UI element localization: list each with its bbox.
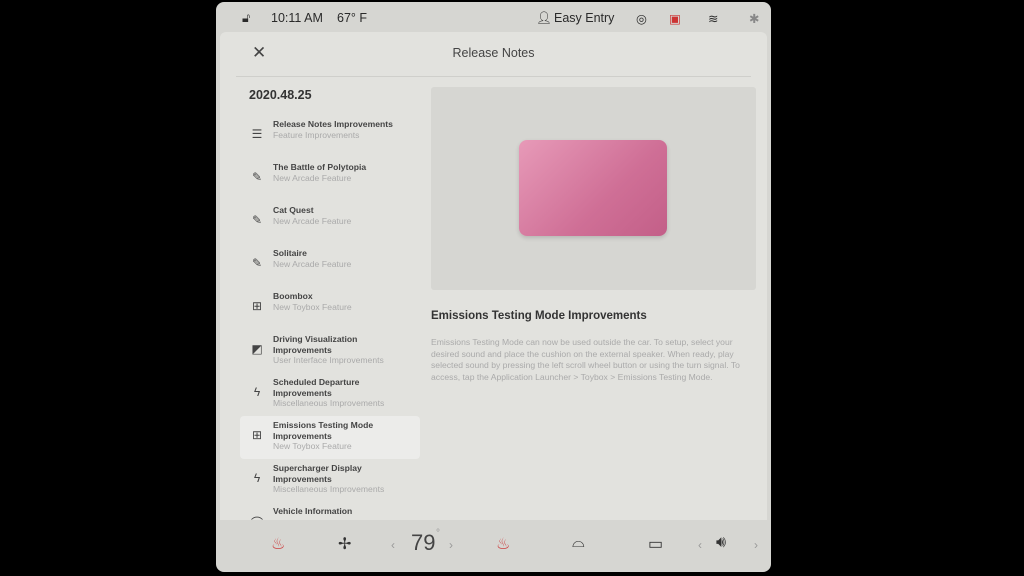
lock-open-icon[interactable]: 🔓︎ <box>242 11 250 26</box>
outside-temperature: 67° F <box>337 11 368 25</box>
person-icon: 👤︎ <box>536 11 552 25</box>
list-item[interactable]: ϟ Scheduled Departure Improvements Miscell… <box>240 373 420 416</box>
item-title: Boombox <box>273 291 313 301</box>
item-title: Emissions Testing Mode Improvements <box>273 420 374 441</box>
item-title: The Battle of Polytopia <box>273 162 367 172</box>
divider <box>236 76 751 77</box>
volume-up-button[interactable]: › <box>754 538 758 552</box>
temp-up-button[interactable]: › <box>449 538 453 552</box>
game-controller-icon: ✎ <box>251 256 263 270</box>
item-subtitle: Miscellaneous Improvements <box>273 484 385 494</box>
display-icon: ◩ <box>251 342 263 356</box>
clock: 10:11 AM <box>271 11 323 25</box>
wifi-icon[interactable]: ≋ <box>708 11 718 26</box>
item-title: Release Notes Improvements <box>273 119 393 129</box>
bluetooth-icon[interactable]: ✱ <box>749 11 759 26</box>
detail-body: Emissions Testing Mode can now be used o… <box>431 337 740 382</box>
list-item[interactable]: ◩ Driving Visualization Improvements User … <box>240 330 420 373</box>
bolt-icon: ϟ <box>253 385 261 399</box>
toybox-icon: ⊞ <box>251 299 263 313</box>
item-subtitle: Feature Improvements <box>273 129 360 140</box>
list-item[interactable]: ✎ Cat Quest New Arcade Feature <box>240 201 420 244</box>
item-title: Solitaire <box>273 248 307 258</box>
item-subtitle: New Toybox Feature <box>273 301 352 312</box>
item-subtitle: Miscellaneous Improvements <box>273 398 385 408</box>
whoopee-cushion-image <box>519 140 667 236</box>
item-subtitle: User Interface Improvements <box>273 355 384 365</box>
passenger-seat-heater-icon[interactable]: ♨ <box>496 534 510 554</box>
bolt-icon: ϟ <box>253 471 261 485</box>
status-bar: 🔓︎ 10:11 AM 67° F 👤︎ Easy Entry ◎ ▣ ≋ ✱ <box>216 2 771 32</box>
item-subtitle: New Arcade Feature <box>273 258 352 269</box>
toybox-icon: ⊞ <box>251 428 263 442</box>
list-icon: ☰ <box>251 127 263 141</box>
sentry-icon[interactable]: ◎ <box>636 11 647 26</box>
cabin-temperature: 79 <box>411 530 436 555</box>
list-item[interactable]: ☰ Release Notes Improvements Feature Impro… <box>240 115 420 158</box>
driver-seat-heater-icon[interactable]: ♨ <box>271 534 285 554</box>
item-title: Supercharger Display Improvements <box>273 463 362 484</box>
item-title: Driving Visualization Improvements <box>273 334 358 355</box>
item-subtitle: New Arcade Feature <box>273 215 352 226</box>
list-item[interactable]: ✎ The Battle of Polytopia New Arcade Featu… <box>240 158 420 201</box>
item-title: Vehicle Information <box>273 506 353 516</box>
detail-heading: Emissions Testing Mode Improvements <box>431 310 647 322</box>
driver-profile[interactable]: Easy Entry <box>554 11 614 25</box>
item-subtitle: New Arcade Feature <box>273 172 352 183</box>
degree-symbol: ° <box>436 528 440 539</box>
item-title: Scheduled Departure Improvements <box>273 377 360 398</box>
version-number: 2020.48.25 <box>249 88 312 102</box>
dashcam-icon[interactable]: ▣ <box>669 11 681 26</box>
game-controller-icon: ✎ <box>251 170 263 184</box>
list-item[interactable]: ϟ Supercharger Display Improvements Miscel… <box>240 459 420 502</box>
feature-image <box>431 87 756 290</box>
item-title: Cat Quest <box>273 205 314 215</box>
fan-icon[interactable]: ✢ <box>338 534 351 554</box>
touchscreen: 🔓︎ 10:11 AM 67° F 👤︎ Easy Entry ◎ ▣ ≋ ✱ … <box>216 2 771 572</box>
list-item[interactable]: ✎ Solitaire New Arcade Feature <box>240 244 420 287</box>
item-subtitle: New Toybox Feature <box>273 441 352 451</box>
release-notes-panel: ✕ Release Notes 2020.48.25 ☰ Release Note… <box>220 32 767 530</box>
front-defrost-icon[interactable]: ⌓ <box>572 534 585 552</box>
rear-defrost-icon[interactable]: ▭ <box>648 534 663 554</box>
list-item[interactable]: ⊞ Boombox New Toybox Feature <box>240 287 420 330</box>
volume-down-button[interactable]: ‹ <box>698 538 702 552</box>
game-controller-icon: ✎ <box>251 213 263 227</box>
page-title: Release Notes <box>452 46 535 60</box>
bottom-bar: ♨ ✢ ‹ 79 ° › ♨ ⌓ ▭ ‹ 🔊︎ › <box>216 520 771 572</box>
list-item[interactable]: ⊞ Emissions Testing Mode Improvements New … <box>240 416 420 459</box>
temp-down-button[interactable]: ‹ <box>391 538 395 552</box>
volume-icon[interactable]: 🔊︎ <box>716 534 726 552</box>
